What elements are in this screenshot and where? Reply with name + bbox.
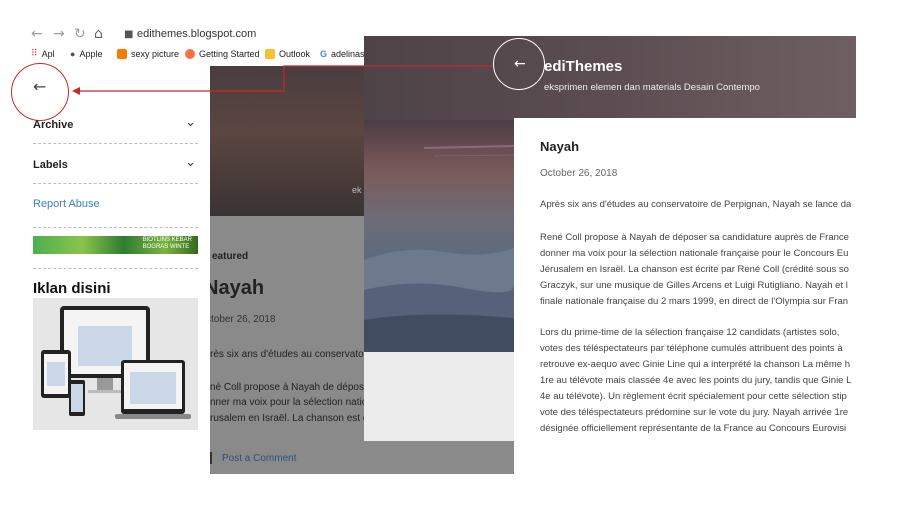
post-text-line: Après six ans d'études au conservatoire …: [540, 199, 852, 210]
lock-icon: ■: [124, 29, 134, 40]
green-banner-ad[interactable]: BIOTLINS KEBAR BOGRAS WINTE: [33, 236, 198, 254]
post-text-line: 4e au télévote). Un règlement écrit spéc…: [540, 391, 847, 402]
arrow-left-icon[interactable]: ←: [33, 77, 46, 96]
firefox-icon: [185, 49, 195, 59]
post-text-line: René Coll propose à Nayah de déposer sa …: [540, 232, 849, 243]
sunset-dunes-image: [364, 145, 515, 352]
post-text-line: finale nationale française du 2 mars 199…: [540, 296, 849, 307]
blog-preview-window: ← ediThemes eksprimen elemen dan materia…: [364, 36, 856, 441]
post-text-line: désignée officiellement représentante de…: [540, 423, 847, 434]
report-abuse-link[interactable]: Report Abuse: [33, 198, 100, 210]
bookmark-label: Apple: [79, 49, 103, 59]
forward-icon[interactable]: →: [53, 26, 65, 42]
post-text-line: Lors du prime-time de la sélection franç…: [540, 327, 840, 338]
post-text-line: 1re au télévote mais classée 4e avec les…: [540, 375, 852, 386]
post-text-line: Jérusalem en Israël. La chanson est écri…: [540, 264, 849, 275]
background-post-date: ctober 26, 2018: [206, 314, 276, 325]
browser-toolbar: ← → ↻ ⌂ ■ edithemes.blogspot.com: [0, 24, 365, 46]
bookmark-outlook[interactable]: Outlook: [265, 49, 310, 59]
bookmark-label: Outlook: [279, 49, 311, 59]
background-text-line: rusalem en Israël. La chanson est é: [210, 413, 369, 424]
post-comment-link[interactable]: Post a Comment: [222, 453, 296, 464]
post-text-line: donner ma voix pour la sélection nationa…: [540, 248, 849, 259]
hero-image: [364, 120, 515, 352]
background-text-line: nner ma voix pour la sélection natio: [210, 397, 368, 408]
ad-section-title: Iklan disini: [33, 280, 111, 297]
devices-illustration: [41, 306, 191, 419]
reload-icon[interactable]: ↻: [74, 26, 86, 42]
divider: [33, 227, 198, 228]
apps-grid-icon: ⠿: [31, 49, 38, 59]
bookmark-sexy-picture[interactable]: sexy picture: [117, 49, 179, 59]
site-description: eksprimen elemen dan materials Desain Co…: [544, 82, 760, 93]
chevron-down-icon: ⌄: [185, 115, 196, 130]
arrow-left-icon[interactable]: ←: [514, 56, 526, 72]
post-text-line: votes des téléspectateurs par téléphone …: [540, 343, 843, 354]
post-title[interactable]: Nayah: [540, 139, 579, 154]
bookmark-adelinas[interactable]: G adelinas: [320, 49, 365, 59]
background-text-line: né Coll propose à Nayah de dépose: [210, 382, 370, 393]
post-date: October 26, 2018: [540, 168, 618, 179]
post-text-line: Graczyk, sur une musique de Gilles Arcen…: [540, 280, 848, 291]
back-icon[interactable]: ←: [31, 26, 43, 42]
blog-header: [364, 36, 856, 120]
bookmark-apple[interactable]: ● Apple: [70, 49, 102, 59]
folder-icon: [265, 49, 275, 59]
apple-icon: ●: [70, 49, 76, 59]
post-text-line: vote des téléspectateurs prédomine sur l…: [540, 407, 849, 418]
background-post-title: Nayah: [204, 277, 265, 299]
bookmarks-bar: ⠿ Apl ● Apple sexy picture Getting Start…: [0, 46, 365, 66]
post-text-line: retrouve ex-aequo avec Ginie Line qui a …: [540, 359, 850, 370]
site-title[interactable]: ediThemes: [544, 58, 622, 75]
sidebar-item-label: Labels: [33, 159, 68, 171]
sidebar-item-labels[interactable]: Labels ⌄: [33, 153, 198, 184]
bookmark-label: adelinas: [331, 49, 365, 59]
bookmark-label: Getting Started: [199, 49, 260, 59]
bookmark-apps[interactable]: ⠿ Apl: [31, 49, 55, 59]
sidebar-item-label: Archive: [33, 119, 74, 131]
background-hero-image: [208, 66, 368, 216]
address-bar[interactable]: edithemes.blogspot.com: [137, 28, 256, 40]
home-icon[interactable]: ⌂: [94, 26, 103, 42]
google-icon: G: [320, 49, 328, 59]
bookmark-label: sexy picture: [131, 49, 180, 59]
blogger-icon: [117, 49, 127, 59]
background-text-line: rès six ans d'études au conservatoi: [210, 349, 366, 360]
banner-text: BIOTLINS KEBAR BOGRAS WINTE: [142, 237, 192, 250]
responsive-devices-ad-image[interactable]: [33, 298, 198, 430]
featured-label: eatured: [212, 251, 249, 262]
bookmark-getting-started[interactable]: Getting Started: [185, 49, 260, 59]
chevron-down-icon: ⌄: [185, 155, 196, 170]
background-hero-text: ek: [352, 185, 362, 195]
divider: [33, 268, 198, 269]
sidebar-item-archive[interactable]: Archive ⌄: [33, 113, 198, 144]
bookmark-label: Apl: [41, 49, 55, 59]
